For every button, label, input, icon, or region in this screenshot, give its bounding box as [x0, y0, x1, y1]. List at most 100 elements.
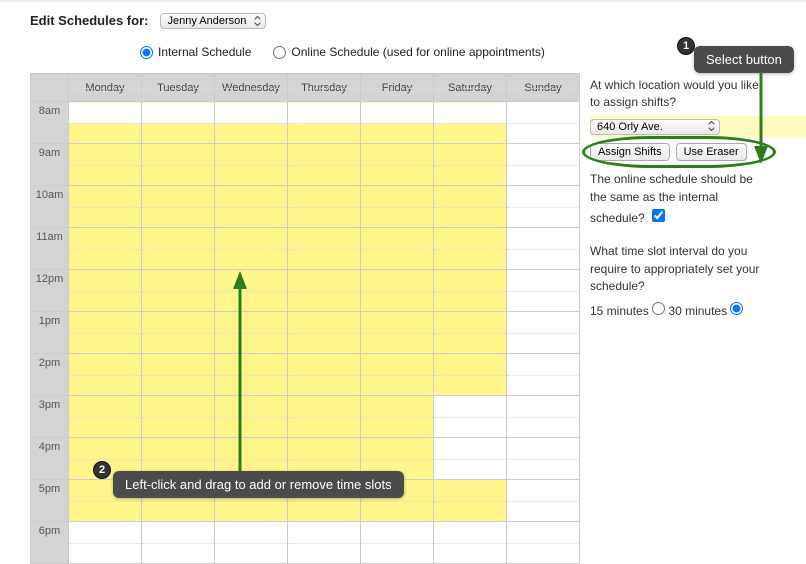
grid-cell[interactable]	[361, 396, 434, 438]
grid-cell[interactable]	[361, 102, 434, 144]
grid-cell[interactable]	[507, 228, 580, 270]
grid-cell[interactable]	[288, 522, 361, 564]
grid-cell[interactable]	[142, 396, 215, 438]
grid-cell[interactable]	[288, 312, 361, 354]
grid-cell[interactable]	[142, 228, 215, 270]
annotation-arrow-2	[233, 271, 247, 471]
grid-cell[interactable]	[69, 186, 142, 228]
grid-cell[interactable]	[288, 144, 361, 186]
page-title: Edit Schedules for:	[30, 13, 152, 28]
grid-cell[interactable]	[361, 228, 434, 270]
grid-cell[interactable]	[215, 354, 288, 396]
grid-cell[interactable]	[434, 480, 507, 522]
grid-cell[interactable]	[434, 270, 507, 312]
hour-label: 1pm	[31, 312, 69, 354]
grid-cell[interactable]	[288, 228, 361, 270]
annotation-badge-2: 2	[93, 461, 111, 479]
location-select[interactable]: 640 Orly Ave.	[590, 119, 720, 135]
grid-cell[interactable]	[507, 312, 580, 354]
grid-cell[interactable]	[434, 186, 507, 228]
grid-cell[interactable]	[142, 186, 215, 228]
grid-cell[interactable]	[215, 144, 288, 186]
grid-cell[interactable]	[361, 270, 434, 312]
assign-shifts-button[interactable]: Assign Shifts	[590, 143, 670, 161]
grid-cell[interactable]	[142, 354, 215, 396]
grid-cell[interactable]	[215, 228, 288, 270]
employee-select[interactable]: Jenny Anderson	[160, 13, 266, 29]
grid-cell[interactable]	[69, 144, 142, 186]
grid-cell[interactable]	[361, 354, 434, 396]
grid-cell[interactable]	[142, 312, 215, 354]
grid-cell[interactable]	[507, 186, 580, 228]
day-header: Tuesday	[142, 74, 215, 102]
grid-cell[interactable]	[507, 480, 580, 522]
day-header: Sunday	[507, 74, 580, 102]
grid-cell[interactable]	[69, 270, 142, 312]
same-schedule-checkbox[interactable]	[652, 209, 665, 222]
annotation-badge-1: 1	[677, 37, 695, 55]
annotation-text-2: Left-click and drag to add or remove tim…	[113, 471, 404, 498]
grid-cell[interactable]	[361, 312, 434, 354]
grid-cell[interactable]	[288, 354, 361, 396]
grid-cell[interactable]	[361, 522, 434, 564]
grid-cell[interactable]	[434, 312, 507, 354]
schedule-type-internal-label: Internal Schedule	[158, 45, 251, 59]
hour-label: 3pm	[31, 396, 69, 438]
grid-cell[interactable]	[69, 396, 142, 438]
grid-cell[interactable]	[288, 186, 361, 228]
schedule-type-online[interactable]: Online Schedule (used for online appoint…	[273, 45, 545, 59]
hour-label: 9am	[31, 144, 69, 186]
interval-30-radio[interactable]	[730, 302, 743, 315]
interval-15-radio[interactable]	[652, 302, 665, 315]
grid-cell[interactable]	[507, 102, 580, 144]
grid-cell[interactable]	[361, 186, 434, 228]
hour-label: 2pm	[31, 354, 69, 396]
hour-label: 11am	[31, 228, 69, 270]
schedule-type-internal-radio[interactable]	[140, 46, 153, 59]
grid-cell[interactable]	[142, 144, 215, 186]
grid-cell[interactable]	[69, 228, 142, 270]
schedule-type-online-label: Online Schedule (used for online appoint…	[291, 45, 545, 59]
hour-label: 10am	[31, 186, 69, 228]
annotation-text-1: Select button	[694, 46, 794, 73]
grid-cell[interactable]	[215, 102, 288, 144]
grid-cell[interactable]	[69, 354, 142, 396]
grid-cell[interactable]	[288, 270, 361, 312]
grid-corner	[31, 74, 69, 102]
grid-cell[interactable]	[142, 270, 215, 312]
grid-cell[interactable]	[142, 102, 215, 144]
hour-label: 4pm	[31, 438, 69, 480]
grid-cell[interactable]	[434, 522, 507, 564]
grid-cell[interactable]	[69, 102, 142, 144]
grid-cell[interactable]	[434, 144, 507, 186]
grid-cell[interactable]	[434, 438, 507, 480]
grid-cell[interactable]	[361, 144, 434, 186]
grid-cell[interactable]	[142, 522, 215, 564]
interval-30-label: 30 minutes	[668, 304, 727, 318]
grid-cell[interactable]	[69, 312, 142, 354]
grid-cell[interactable]	[215, 396, 288, 438]
grid-cell[interactable]	[215, 270, 288, 312]
grid-cell[interactable]	[507, 522, 580, 564]
use-eraser-button[interactable]: Use Eraser	[676, 143, 747, 161]
grid-cell[interactable]	[507, 144, 580, 186]
grid-cell[interactable]	[507, 438, 580, 480]
grid-cell[interactable]	[69, 522, 142, 564]
schedule-type-internal[interactable]: Internal Schedule	[140, 45, 251, 59]
schedule-type-online-radio[interactable]	[273, 46, 286, 59]
grid-cell[interactable]	[215, 522, 288, 564]
grid-cell[interactable]	[215, 312, 288, 354]
hour-label: 5pm	[31, 480, 69, 522]
grid-cell[interactable]	[507, 354, 580, 396]
grid-cell[interactable]	[434, 228, 507, 270]
grid-cell[interactable]	[434, 396, 507, 438]
day-header: Friday	[361, 74, 434, 102]
grid-cell[interactable]	[434, 102, 507, 144]
grid-cell[interactable]	[215, 186, 288, 228]
grid-cell[interactable]	[288, 102, 361, 144]
grid-cell[interactable]	[288, 396, 361, 438]
grid-cell[interactable]	[507, 396, 580, 438]
grid-cell[interactable]	[507, 270, 580, 312]
day-header: Monday	[69, 74, 142, 102]
grid-cell[interactable]	[434, 354, 507, 396]
